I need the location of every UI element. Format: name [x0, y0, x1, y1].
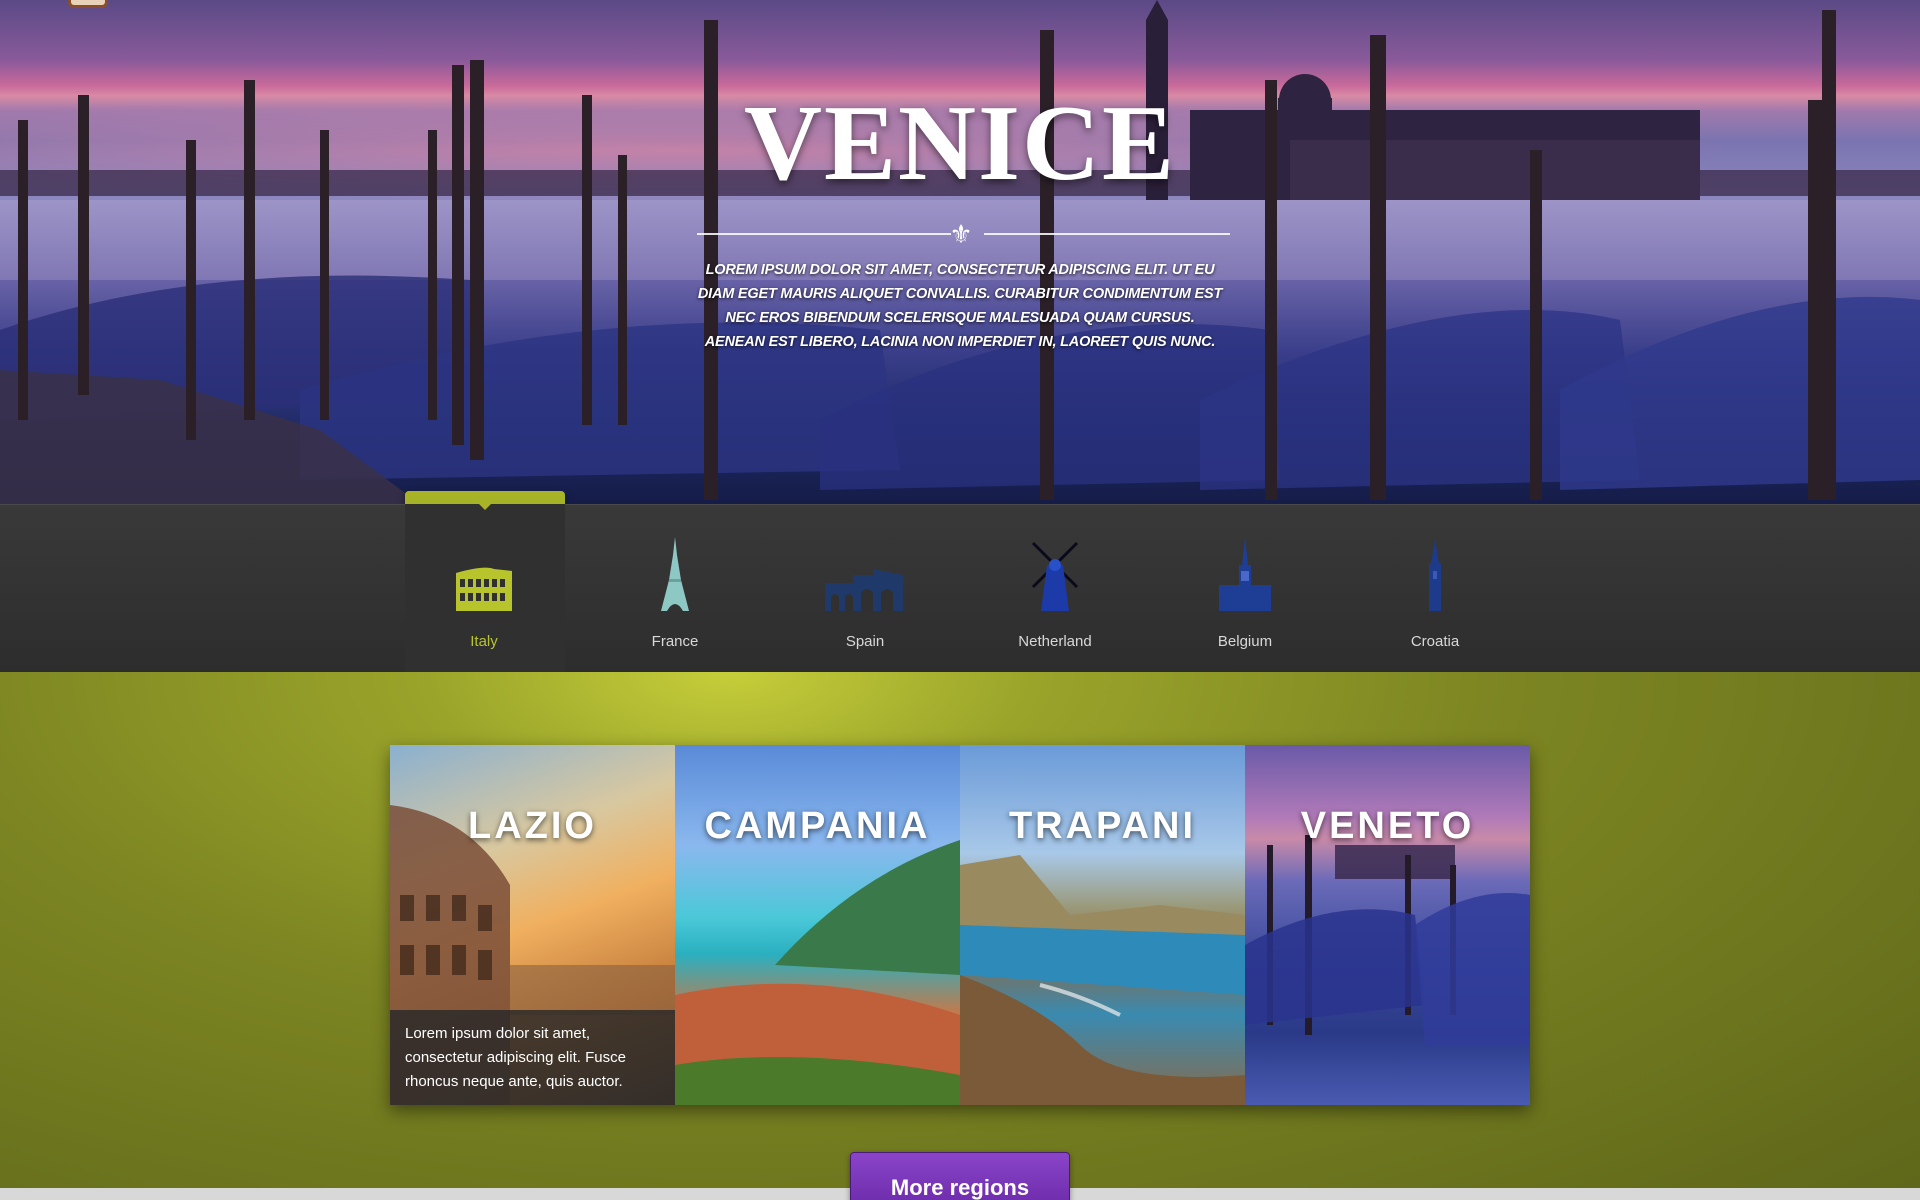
region-card-campania[interactable]: CAMPANIA	[675, 745, 960, 1105]
cathedral-icon	[1219, 537, 1271, 611]
country-label: Croatia	[1410, 633, 1460, 650]
country-label: Netherland	[1018, 633, 1092, 650]
aqueduct-icon	[825, 569, 903, 611]
divider-right	[984, 233, 1230, 235]
country-label: France	[651, 633, 699, 650]
fleur-de-lis-icon: ⚜	[949, 220, 973, 250]
colosseum-icon	[456, 567, 512, 611]
country-tab-france[interactable]: France	[595, 535, 755, 655]
active-tab-notch	[477, 502, 493, 510]
divider-left	[697, 233, 951, 235]
region-card-trapani[interactable]: TRAPANI	[960, 745, 1245, 1105]
venice-lagoon-scene	[0, 0, 1920, 504]
hero-banner	[0, 0, 1920, 504]
region-description: Lorem ipsum dolor sit amet, consectetur …	[390, 1010, 675, 1105]
gondolas-photo	[1245, 835, 1530, 1045]
region-card-lazio[interactable]: LAZIO Lorem ipsum dolor sit amet, consec…	[390, 745, 675, 1105]
more-regions-button[interactable]: More regions	[850, 1152, 1070, 1200]
country-tab-spain[interactable]: Spain	[785, 535, 945, 655]
cliffs-photo	[960, 855, 1245, 1105]
eiffel-tower-icon	[661, 537, 689, 611]
country-tab-netherland[interactable]: Netherland	[975, 535, 1135, 655]
country-label: Belgium	[1217, 633, 1273, 650]
top-corner-icon	[68, 0, 108, 8]
country-label: Spain	[845, 633, 885, 650]
region-title: VENETO	[1300, 805, 1475, 847]
country-label: Italy	[470, 633, 498, 650]
region-title: TRAPANI	[1008, 805, 1197, 847]
tower-icon	[1429, 539, 1441, 611]
country-tab-italy[interactable]: Italy	[404, 535, 564, 655]
region-title: CAMPANIA	[704, 805, 931, 847]
country-tab-belgium[interactable]: Belgium	[1165, 535, 1325, 655]
country-tab-croatia[interactable]: Croatia	[1355, 535, 1515, 655]
country-nav	[0, 504, 1920, 672]
hero-description: Lorem ipsum dolor sit amet, consectetur …	[697, 262, 1223, 350]
hero-title: VENICE	[743, 84, 1177, 203]
coast-photo	[675, 840, 960, 1105]
region-title: LAZIO	[468, 805, 597, 847]
region-cards: LAZIO Lorem ipsum dolor sit amet, consec…	[390, 745, 1530, 1105]
region-card-veneto[interactable]: VENETO	[1245, 745, 1530, 1105]
windmill-icon	[1031, 541, 1079, 611]
